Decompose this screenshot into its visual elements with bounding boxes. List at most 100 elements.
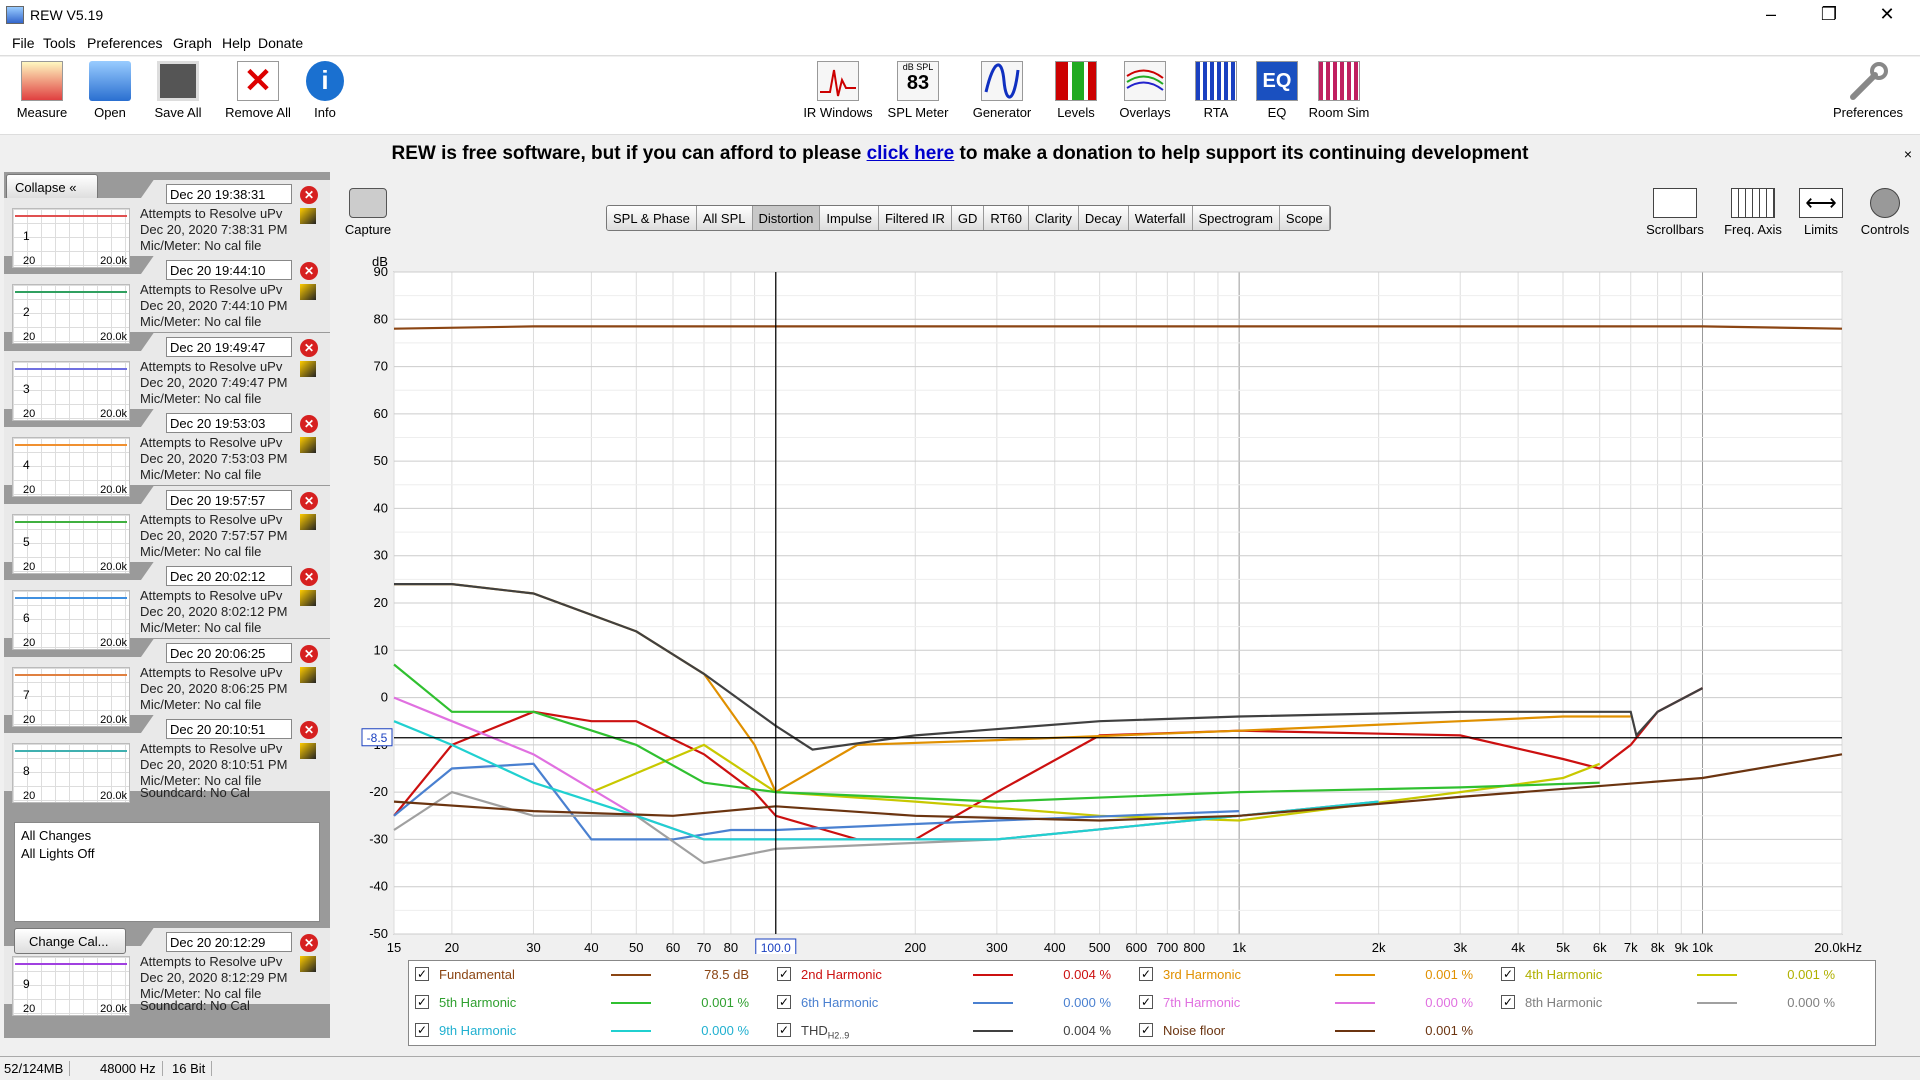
tab-gd[interactable]: GD — [951, 206, 985, 230]
delete-measurement-icon[interactable]: ✕ — [300, 415, 318, 433]
legend-checkbox[interactable]: ✓ — [1501, 967, 1515, 981]
menu-graph[interactable]: Graph — [173, 35, 212, 51]
eq-icon[interactable] — [300, 667, 316, 683]
measurement-item[interactable]: 6 20 20.0k Dec 20 20:02:12 ✕ Attempts to… — [4, 562, 330, 650]
measurement-item[interactable]: 5 20 20.0k Dec 20 19:57:57 ✕ Attempts to… — [4, 486, 330, 574]
tab-all-spl[interactable]: All SPL — [696, 206, 753, 230]
remove-all-icon: ✕ — [237, 61, 279, 101]
legend-checkbox[interactable]: ✓ — [415, 995, 429, 1009]
limits-button[interactable]: ⟷ Limits — [1786, 188, 1856, 237]
measurement-name-field[interactable]: Dec 20 20:12:29 — [166, 932, 292, 952]
legend-item: ✓ 9th Harmonic 0.000 % — [415, 1023, 765, 1041]
ir-windows-button[interactable]: IR Windows — [796, 61, 880, 120]
menu-donate[interactable]: Donate — [258, 35, 303, 51]
legend-checkbox[interactable]: ✓ — [1139, 1023, 1153, 1037]
tab-filtered-ir[interactable]: Filtered IR — [878, 206, 952, 230]
eq-icon[interactable] — [300, 437, 316, 453]
measurement-name-field[interactable]: Dec 20 20:06:25 — [166, 643, 292, 663]
measurement-thumbnail[interactable]: 9 20 20.0k — [12, 956, 130, 1016]
measurement-thumbnail[interactable]: 8 20 20.0k — [12, 743, 130, 803]
measurement-name-field[interactable]: Dec 20 19:38:31 — [166, 184, 292, 204]
changes-list[interactable]: All Changes All Lights Off — [14, 822, 320, 922]
measurement-item[interactable]: 1 20 20.0k Dec 20 19:38:31 ✕ Attempts to… — [4, 180, 330, 268]
measurement-name-field[interactable]: Dec 20 20:02:12 — [166, 566, 292, 586]
menu-file[interactable]: File — [12, 35, 35, 51]
change-cal-button[interactable]: Change Cal... — [14, 928, 126, 954]
eq-icon[interactable] — [300, 590, 316, 606]
y-tick-label: 40 — [374, 500, 388, 515]
legend-swatch — [1335, 974, 1375, 976]
measurement-name-field[interactable]: Dec 20 19:44:10 — [166, 260, 292, 280]
measurement-mic: Mic/Meter: No cal file — [140, 238, 262, 250]
maximize-button[interactable]: ❐ — [1800, 0, 1858, 30]
legend-value: 0.001 % — [1425, 1023, 1473, 1038]
eq-icon[interactable] — [300, 208, 316, 224]
legend-name: 9th Harmonic — [439, 1023, 517, 1038]
measurement-name-field[interactable]: Dec 20 19:57:57 — [166, 490, 292, 510]
menu-tools[interactable]: Tools — [43, 35, 76, 51]
close-button[interactable]: ✕ — [1858, 0, 1916, 30]
measurement-name-field[interactable]: Dec 20 19:49:47 — [166, 337, 292, 357]
eq-icon[interactable] — [300, 284, 316, 300]
thumbnail-trace — [15, 215, 127, 217]
x-tick-label: 7k — [1624, 940, 1638, 954]
minimize-button[interactable]: – — [1742, 0, 1800, 30]
measurement-name-field[interactable]: Dec 20 19:53:03 — [166, 413, 292, 433]
legend-checkbox[interactable]: ✓ — [1501, 995, 1515, 1009]
close-icon[interactable]: × — [1904, 136, 1912, 172]
generator-button[interactable]: Generator — [960, 61, 1044, 120]
measurement-name-field[interactable]: Dec 20 20:10:51 — [166, 719, 292, 739]
legend-checkbox[interactable]: ✓ — [777, 967, 791, 981]
legend-checkbox[interactable]: ✓ — [1139, 967, 1153, 981]
tab-impulse[interactable]: Impulse — [820, 206, 879, 230]
capture-button[interactable]: Capture — [342, 188, 394, 237]
measurement-item[interactable]: 4 20 20.0k Dec 20 19:53:03 ✕ Attempts to… — [4, 409, 330, 497]
tab-decay[interactable]: Decay — [1078, 206, 1129, 230]
delete-measurement-icon[interactable]: ✕ — [300, 186, 318, 204]
legend-checkbox[interactable]: ✓ — [415, 1023, 429, 1037]
freq-axis-button[interactable]: Freq. Axis — [1718, 188, 1788, 237]
legend-checkbox[interactable]: ✓ — [415, 967, 429, 981]
spl-meter-button[interactable]: dB SPL 83 SPL Meter — [876, 61, 960, 120]
toolbar: Measure Open Save All ✕ Remove All i Inf… — [0, 57, 1920, 135]
info-button[interactable]: i Info — [283, 61, 367, 120]
measurement-item[interactable]: 7 20 20.0k Dec 20 20:06:25 ✕ Attempts to… — [4, 639, 330, 727]
tab-distortion[interactable]: Distortion — [752, 206, 821, 230]
delete-measurement-icon[interactable]: ✕ — [300, 568, 318, 586]
donation-link[interactable]: click here — [867, 143, 955, 164]
tab-waterfall[interactable]: Waterfall — [1128, 206, 1193, 230]
delete-measurement-icon[interactable]: ✕ — [300, 721, 318, 739]
delete-measurement-icon[interactable]: ✕ — [300, 339, 318, 357]
legend-checkbox[interactable]: ✓ — [777, 1023, 791, 1037]
tab-rt60[interactable]: RT60 — [984, 206, 1029, 230]
save-all-button[interactable]: Save All — [136, 61, 220, 120]
room-sim-button[interactable]: Room Sim — [1297, 61, 1381, 120]
controls-button[interactable]: Controls — [1850, 188, 1920, 237]
preferences-button[interactable]: Preferences — [1824, 61, 1912, 120]
legend-item: ✓ Fundamental 78.5 dB — [415, 967, 765, 985]
measurement-item[interactable]: 3 20 20.0k Dec 20 19:49:47 ✕ Attempts to… — [4, 333, 330, 421]
delete-measurement-icon[interactable]: ✕ — [300, 262, 318, 280]
changes-item[interactable]: All Changes — [21, 827, 313, 845]
scrollbars-button[interactable]: Scrollbars — [1640, 188, 1710, 237]
delete-measurement-icon[interactable]: ✕ — [300, 492, 318, 510]
eq-icon[interactable] — [300, 514, 316, 530]
menu-help[interactable]: Help — [222, 35, 251, 51]
measurement-item[interactable]: 2 20 20.0k Dec 20 19:44:10 ✕ Attempts to… — [4, 256, 330, 344]
distortion-graph[interactable]: 9080706050403020100-10-20-30-40-50dB1520… — [340, 250, 1900, 954]
eq-icon[interactable] — [300, 743, 316, 759]
tab-scope[interactable]: Scope — [1279, 206, 1330, 230]
tab-clarity[interactable]: Clarity — [1028, 206, 1079, 230]
eq-icon[interactable] — [300, 361, 316, 377]
menu-preferences[interactable]: Preferences — [87, 35, 162, 51]
changes-item[interactable]: All Lights Off — [21, 845, 313, 863]
legend-checkbox[interactable]: ✓ — [777, 995, 791, 1009]
tab-spectrogram[interactable]: Spectrogram — [1192, 206, 1280, 230]
measurement-item[interactable]: 8 20 20.0k Dec 20 20:10:51 ✕ Attempts to… — [4, 715, 330, 803]
measurement-number: 1 — [23, 229, 30, 243]
delete-measurement-icon[interactable]: ✕ — [300, 645, 318, 663]
delete-measurement-icon[interactable]: ✕ — [300, 934, 318, 952]
eq-icon[interactable] — [300, 956, 316, 972]
tab-spl-phase[interactable]: SPL & Phase — [607, 206, 697, 230]
legend-checkbox[interactable]: ✓ — [1139, 995, 1153, 1009]
